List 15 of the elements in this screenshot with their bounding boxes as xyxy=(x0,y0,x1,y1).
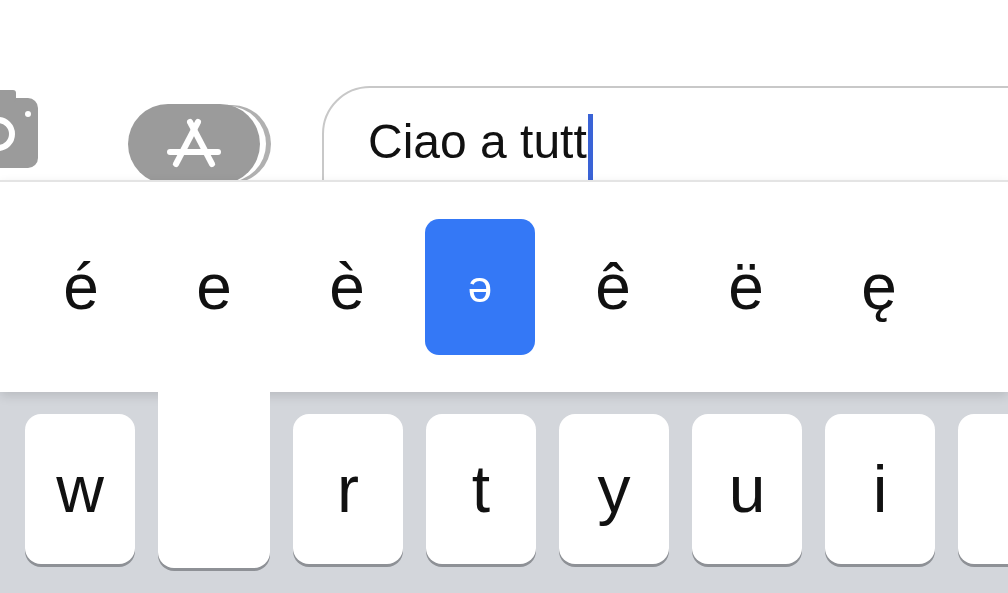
keyboard-key[interactable]: u xyxy=(692,414,802,564)
field-text: Ciao a tutt xyxy=(368,114,587,169)
keyboard-key[interactable]: i xyxy=(825,414,935,564)
keyboard-key[interactable]: y xyxy=(559,414,669,564)
accent-option[interactable]: ę xyxy=(824,219,934,355)
keyboard-key[interactable]: t xyxy=(426,414,536,564)
accent-option[interactable]: ë xyxy=(691,219,801,355)
app-store-icon xyxy=(164,118,224,170)
keyboard-key[interactable]: r xyxy=(293,414,403,564)
accent-option[interactable]: ə xyxy=(425,219,535,355)
accent-option[interactable]: è xyxy=(292,219,402,355)
keyboard-key[interactable]: w xyxy=(25,414,135,564)
accent-option[interactable]: é xyxy=(26,219,136,355)
accent-option[interactable]: ê xyxy=(558,219,668,355)
accent-option[interactable]: e xyxy=(159,219,269,355)
